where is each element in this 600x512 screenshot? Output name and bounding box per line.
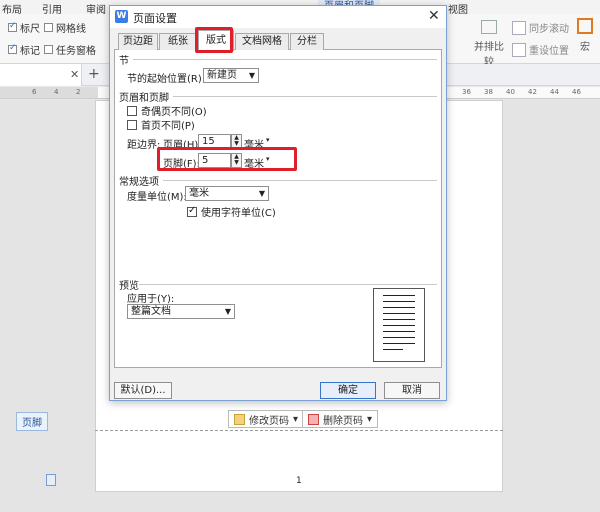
gridline-check-icon	[44, 23, 53, 32]
footer-label: 页脚	[16, 412, 48, 431]
footer-distance-label: 页脚(F):	[163, 159, 200, 170]
dropdown-arrow-icon[interactable]: ▾	[266, 136, 270, 144]
parallel-compare-icon	[481, 20, 497, 34]
ruler-number: 2	[76, 88, 81, 96]
apply-to-label: 应用于(Y):	[127, 294, 175, 305]
header-distance-input[interactable]: 15	[198, 134, 231, 149]
page-number: 1	[296, 476, 302, 486]
footer-distance-stepper[interactable]: ▲ ▼	[231, 153, 242, 168]
preview-line	[383, 307, 415, 308]
ruler-number: 6	[32, 88, 37, 96]
default-button[interactable]: 默认(D)...	[114, 382, 172, 399]
use-char-unit-checkbox[interactable]: 使用字符单位(C)	[187, 204, 276, 219]
app-logo-icon: W	[115, 10, 128, 23]
parallel-compare-button[interactable]: 并排比较	[470, 20, 508, 68]
divider	[163, 180, 437, 181]
header-unit[interactable]: 毫米	[244, 136, 264, 151]
delete-page-number-button[interactable]: 删除页码 ▾	[302, 410, 379, 428]
dropdown-arrow-icon: ▼	[248, 71, 255, 80]
dropdown-arrow-icon[interactable]: ▾	[266, 155, 270, 163]
page-icon[interactable]	[46, 474, 56, 486]
gridline-checkbox[interactable]: 网格线	[44, 20, 86, 35]
general-group-title: 常规选项	[119, 177, 159, 188]
sync-scroll-button[interactable]: 同步滚动	[512, 20, 569, 35]
margin-label: 距边界:	[127, 140, 161, 151]
modify-page-number-button[interactable]: 修改页码 ▾	[228, 410, 305, 428]
divider	[133, 59, 437, 60]
footer-distance-input[interactable]: 5	[198, 153, 231, 168]
preview-line	[383, 343, 415, 344]
ruler-number: 46	[572, 88, 581, 96]
preview-line	[383, 313, 415, 314]
ruler-check-icon	[8, 21, 17, 32]
dialog-tab-bar: 页边距 纸张 版式 文档网格 分栏	[114, 30, 442, 51]
checkbox-box	[187, 205, 197, 217]
markup-check-icon	[8, 43, 17, 54]
ruler-number: 38	[484, 88, 493, 96]
page-preview	[373, 288, 425, 362]
section-start-select[interactable]: 新建页 ▼	[203, 68, 259, 83]
preview-line	[383, 331, 415, 332]
first-page-different-checkbox[interactable]: 首页不同(P)	[127, 117, 195, 132]
preview-line	[383, 337, 415, 338]
dropdown-arrow-icon: ▾	[367, 413, 373, 425]
ruler-margin	[0, 87, 98, 98]
ruler-checkbox[interactable]: 标尺	[8, 20, 40, 35]
divider	[173, 96, 437, 97]
footer-unit[interactable]: 毫米	[244, 155, 264, 170]
tab-paper[interactable]: 纸张	[159, 33, 197, 50]
preview-line	[383, 325, 415, 326]
ruler-number: 42	[528, 88, 537, 96]
ruler-number: 44	[550, 88, 559, 96]
ruler-number: 40	[506, 88, 515, 96]
header-distance-label: 页眉(H):	[163, 140, 202, 151]
cancel-button[interactable]: 取消	[384, 382, 440, 399]
layout-panel: 节 节的起始位置(R): 新建页 ▼ 页眉和页脚 奇偶页不同(O) 首页不同(P)…	[114, 50, 442, 368]
delete-icon	[308, 413, 319, 425]
dropdown-arrow-icon: ▼	[258, 189, 265, 198]
reset-position-button[interactable]: 重设位置	[512, 42, 569, 57]
dropdown-arrow-icon: ▾	[293, 413, 299, 425]
close-icon[interactable]: ✕	[70, 68, 79, 81]
dropdown-arrow-icon: ▼	[224, 307, 231, 316]
sync-scroll-icon	[512, 20, 526, 35]
tab-layout[interactable]: 版式	[198, 30, 234, 51]
section-start-label: 节的起始位置(R):	[127, 74, 206, 85]
dialog-title: 页面设置	[133, 12, 177, 25]
ruler-number: 36	[462, 88, 471, 96]
measurement-unit-select[interactable]: 毫米 ▼	[185, 186, 269, 201]
section-group-title: 节	[119, 56, 129, 67]
preview-line	[383, 295, 415, 296]
preview-line	[383, 301, 415, 302]
checkbox-box	[127, 119, 137, 130]
task-pane-checkbox[interactable]: 任务窗格	[44, 42, 96, 57]
tab-document-grid[interactable]: 文档网格	[235, 33, 289, 50]
macro-icon	[577, 18, 593, 34]
markup-checkbox[interactable]: 标记	[8, 42, 40, 57]
document-tab[interactable]: ✕	[0, 64, 82, 86]
tab-columns[interactable]: 分栏	[290, 33, 324, 50]
page-setup-dialog: W 页面设置 ✕ 页边距 纸张 版式 文档网格 分栏 节 节的起始位置(R): …	[109, 5, 447, 401]
apply-to-select[interactable]: 整篇文档 ▼	[127, 304, 235, 319]
ok-button[interactable]: 确定	[320, 382, 376, 399]
tab-margins[interactable]: 页边距	[118, 33, 158, 50]
divider	[139, 284, 437, 285]
dialog-titlebar[interactable]: W 页面设置 ✕	[110, 6, 446, 28]
unit-label: 度量单位(M):	[127, 192, 187, 203]
reset-position-icon	[512, 42, 526, 57]
ruler-number: 4	[54, 88, 59, 96]
close-icon[interactable]: ✕	[428, 8, 440, 24]
preview-line	[383, 319, 415, 320]
task-pane-check-icon	[44, 45, 53, 54]
checkbox-box	[127, 105, 137, 116]
header-footer-group-title: 页眉和页脚	[119, 93, 169, 104]
preview-line	[383, 349, 403, 350]
macro-button[interactable]: 宏	[574, 18, 596, 53]
add-tab-icon[interactable]: +	[88, 66, 100, 82]
edit-icon	[234, 413, 245, 425]
header-distance-stepper[interactable]: ▲ ▼	[231, 134, 242, 149]
odd-even-different-checkbox[interactable]: 奇偶页不同(O)	[127, 103, 207, 118]
